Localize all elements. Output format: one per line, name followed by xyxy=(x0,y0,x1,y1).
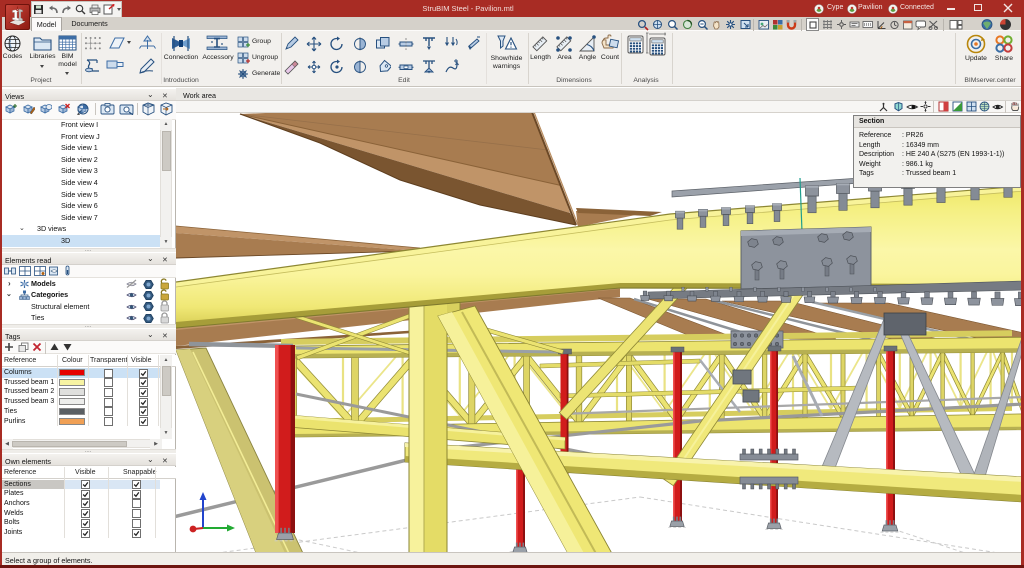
svg-text:3D: 3D xyxy=(1012,101,1017,106)
